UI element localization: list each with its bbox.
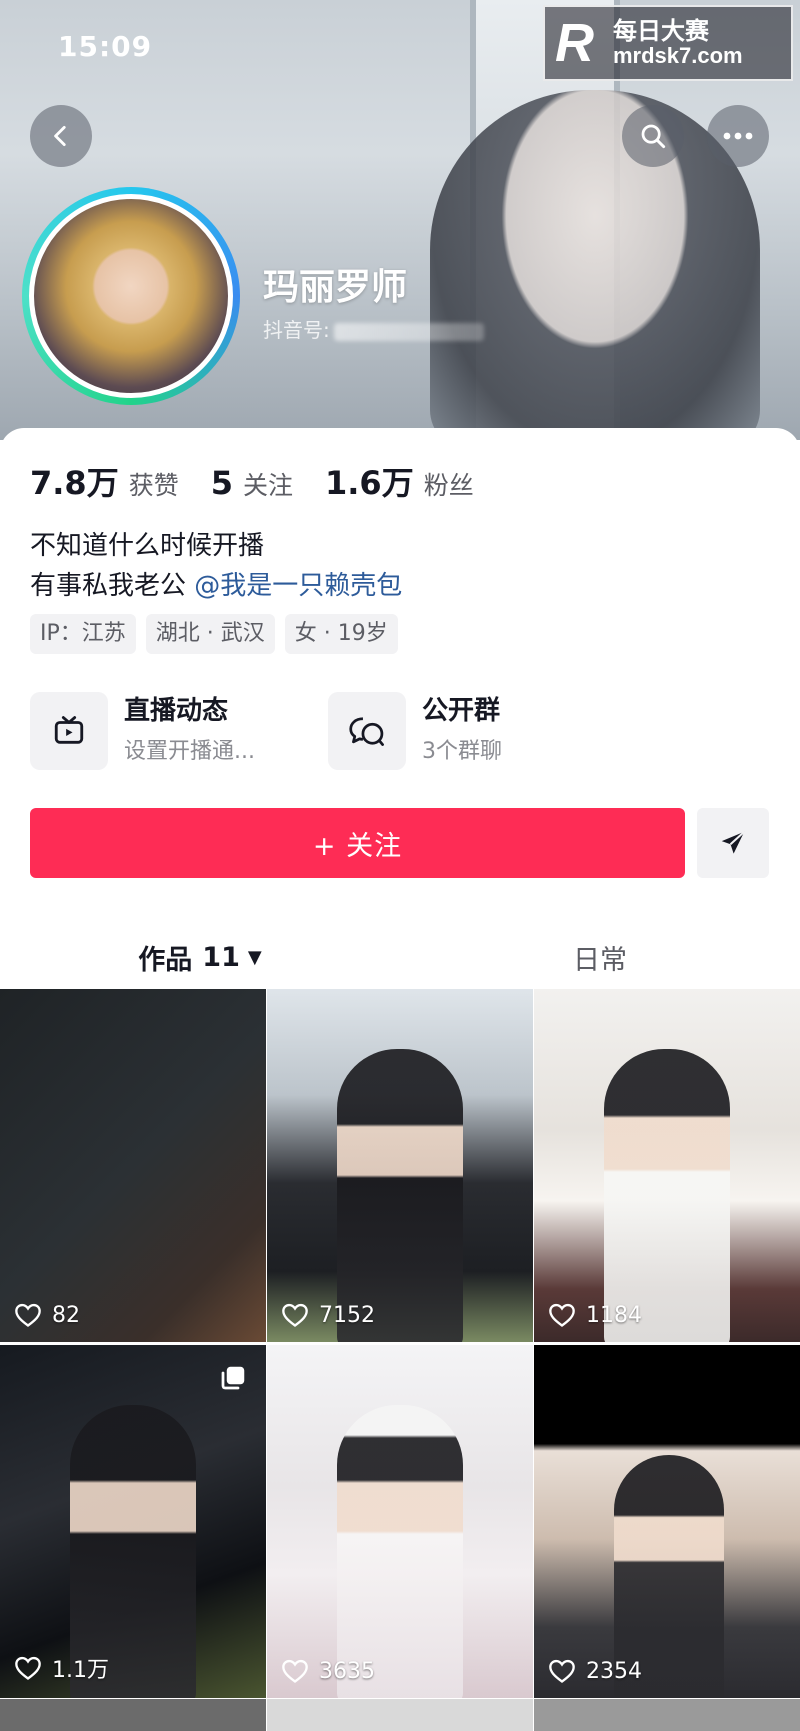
video-tile[interactable]: 1184 — [534, 989, 800, 1342]
watermark-url: mrdsk7.com — [613, 43, 743, 69]
chevron-left-icon — [54, 125, 66, 147]
douyin-id-value-obscured — [333, 322, 484, 341]
video-likes-count: 3635 — [319, 1658, 375, 1684]
tab-works[interactable]: 作品 11 ▼ — [0, 918, 400, 996]
stat-followers[interactable]: 1.6万 粉丝 — [325, 458, 474, 504]
video-tile[interactable]: 2354 — [534, 1345, 800, 1698]
group-icon-box — [328, 692, 406, 770]
content-tabs: 作品 11 ▼ 日常 — [0, 918, 800, 996]
stat-likes-label: 获赞 — [128, 471, 179, 500]
video-likes-count: 82 — [52, 1302, 80, 1328]
share-button[interactable] — [697, 808, 769, 878]
back-button[interactable] — [30, 105, 92, 167]
heart-outline-icon — [549, 1303, 575, 1327]
video-tile[interactable]: 3635 — [267, 1345, 533, 1698]
profile-name: 玛丽罗师 — [263, 267, 408, 308]
tab-works-count: 11 — [202, 941, 240, 973]
video-likes-count: 1.1万 — [52, 1658, 109, 1683]
avatar-story-ring[interactable] — [22, 187, 240, 405]
profile-sheet: 7.8万 获赞 5 关注 1.6万 粉丝 不知道什么时候开播 有事私我老公 @我… — [0, 428, 800, 1731]
search-icon — [641, 124, 666, 149]
live-updates-subtitle: 设置开播通... — [124, 739, 255, 764]
send-icon — [721, 831, 745, 854]
live-updates-entry[interactable]: 直播动态 设置开播通... — [30, 692, 255, 770]
video-grid: 82 7152 1184 1.1万 3635 2354 — [0, 989, 800, 1698]
bio-line-2: 有事私我老公 @我是一只赖壳包 — [30, 566, 402, 606]
stat-following-label: 关注 — [242, 471, 293, 500]
video-likes: 2354 — [548, 1658, 642, 1684]
status-bar-time: 15:09 — [58, 30, 153, 63]
public-group-title: 公开群 — [422, 696, 501, 726]
heart-outline-icon — [282, 1659, 308, 1683]
video-tile[interactable]: 7152 — [267, 989, 533, 1342]
watermark-logo: R — [555, 13, 594, 73]
stat-likes-value: 7.8万 — [30, 464, 119, 502]
bio-line-1: 不知道什么时候开播 — [30, 531, 265, 561]
stat-likes[interactable]: 7.8万 获赞 — [30, 458, 179, 504]
stat-followers-value: 1.6万 — [325, 464, 414, 502]
tag-gender-age: 女 · 19岁 — [284, 614, 398, 654]
video-likes: 1.1万 — [14, 1652, 109, 1684]
heart-outline-icon — [15, 1656, 41, 1680]
heart-outline-icon — [282, 1303, 308, 1327]
heart-outline-icon — [549, 1659, 575, 1683]
douyin-id-label: 抖音号: — [263, 318, 330, 342]
video-tile[interactable]: 1.1万 — [0, 1345, 266, 1698]
heart-outline-icon — [15, 1303, 41, 1327]
stat-followers-label: 粉丝 — [423, 471, 474, 500]
video-likes: 1184 — [548, 1302, 642, 1328]
search-button[interactable] — [622, 105, 684, 167]
public-group-subtitle: 3个群聊 — [422, 739, 502, 764]
stat-following[interactable]: 5 关注 — [211, 464, 293, 502]
video-likes: 7152 — [281, 1302, 375, 1328]
bio-mention-link[interactable]: @我是一只赖壳包 — [194, 571, 402, 601]
tab-daily-label: 日常 — [573, 944, 627, 976]
video-likes-count: 7152 — [319, 1302, 375, 1328]
video-thumbnail-person — [337, 1405, 463, 1698]
follow-button[interactable]: + 关注 — [30, 808, 685, 878]
bio-line-2-text: 有事私我老公 — [30, 571, 195, 601]
profile-tags: IP：江苏 湖北 · 武汉 女 · 19岁 — [30, 614, 408, 654]
caret-down-icon[interactable]: ▼ — [248, 947, 262, 968]
profile-stats: 7.8万 获赞 5 关注 1.6万 粉丝 — [30, 458, 506, 504]
live-icon-box — [30, 692, 108, 770]
video-thumbnail-person — [604, 1049, 730, 1342]
video-likes: 82 — [14, 1302, 80, 1328]
public-group-entry[interactable]: 公开群 3个群聊 — [328, 692, 502, 770]
douyin-id: 抖音号: — [263, 314, 484, 343]
video-likes-count: 1184 — [586, 1302, 642, 1328]
tag-city: 湖北 · 武汉 — [145, 614, 275, 654]
chat-bubbles-icon — [349, 717, 384, 746]
stat-following-value: 5 — [210, 464, 233, 502]
avatar[interactable] — [29, 194, 233, 398]
watermark-title: 每日大赛 — [613, 16, 709, 45]
live-updates-title: 直播动态 — [124, 696, 229, 726]
more-button[interactable] — [707, 105, 769, 167]
tv-icon — [54, 716, 84, 744]
watermark: R 每日大赛 mrdsk7.com — [543, 5, 793, 81]
video-thumbnail-person — [337, 1049, 463, 1342]
profile-bio: 不知道什么时候开播 有事私我老公 @我是一只赖壳包 — [30, 526, 402, 606]
next-row-thumbnails-partial[interactable] — [0, 1699, 800, 1731]
more-dots-icon — [723, 132, 753, 140]
multi-image-icon — [221, 1366, 245, 1390]
tag-ip-location: IP：江苏 — [30, 614, 136, 654]
tab-works-label: 作品 — [138, 944, 193, 976]
video-likes: 3635 — [281, 1658, 375, 1684]
video-tile[interactable]: 82 — [0, 989, 266, 1342]
video-likes-count: 2354 — [586, 1658, 642, 1684]
tab-daily[interactable]: 日常 — [400, 918, 800, 996]
